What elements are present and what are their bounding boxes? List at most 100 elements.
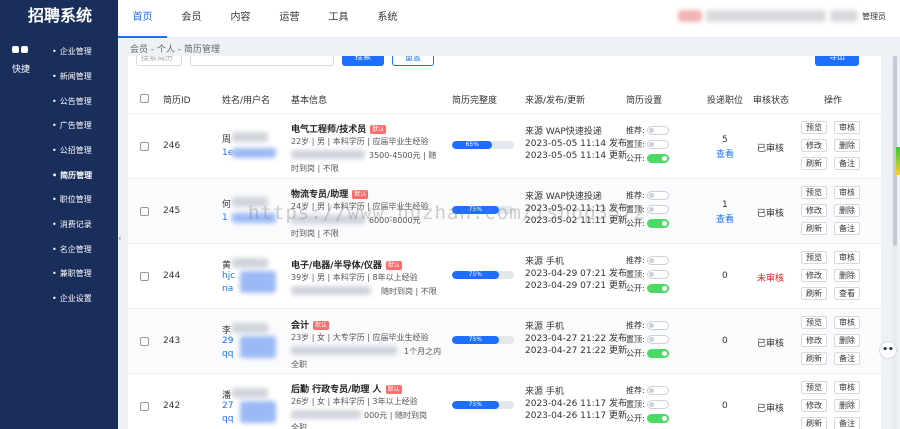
review-button[interactable]: 审核: [834, 381, 860, 394]
refresh-button[interactable]: 刷新: [801, 157, 827, 170]
resume-title[interactable]: 会计 默认: [291, 318, 330, 331]
row-checkbox[interactable]: [140, 337, 149, 346]
note-button[interactable]: 备注: [834, 157, 860, 170]
sidebar-item-part-time[interactable]: 兼职管理: [42, 266, 118, 282]
preview-button[interactable]: 预览: [801, 316, 827, 329]
public-toggle[interactable]: [646, 414, 669, 423]
delete-button[interactable]: 删除: [834, 399, 860, 412]
nav-home[interactable]: 首页: [118, 0, 167, 38]
edit-button[interactable]: 修改: [801, 269, 827, 282]
reset-button[interactable]: 重置: [392, 56, 434, 66]
resume-title[interactable]: 电子/电器/半导体/仪器 默认: [291, 258, 402, 271]
row-checkbox[interactable]: [140, 207, 149, 216]
th-applied: 投递职位: [707, 96, 744, 106]
quick-label[interactable]: 快捷: [8, 62, 34, 75]
refresh-button[interactable]: 刷新: [801, 417, 827, 429]
resume-username-2[interactable]: na: [222, 284, 233, 294]
sidebar-item-public-recruit[interactable]: 公招管理: [42, 143, 118, 159]
nav-tools[interactable]: 工具: [314, 0, 363, 38]
applied-view-link[interactable]: 查看: [716, 147, 734, 160]
row-checkbox[interactable]: [140, 402, 149, 411]
preview-button[interactable]: 预览: [801, 251, 827, 264]
top-toggle[interactable]: [646, 140, 669, 149]
review-button[interactable]: 审核: [834, 121, 860, 134]
preview-button[interactable]: 预览: [801, 381, 827, 394]
recommend-toggle[interactable]: [646, 321, 669, 330]
resume-username-2[interactable]: qq: [222, 349, 233, 359]
resume-username[interactable]: 1: [222, 213, 228, 223]
top-toggle[interactable]: [646, 335, 669, 344]
collapse-sidebar-icon[interactable]: ‹: [118, 232, 124, 246]
note-button[interactable]: 备注: [834, 222, 860, 235]
top-toggle[interactable]: [646, 205, 669, 214]
applied-view-link[interactable]: 查看: [716, 212, 734, 225]
resume-info-2: 000元 | 随时到岗: [364, 411, 428, 420]
sidebar-item-news[interactable]: 新闻管理: [42, 69, 118, 85]
nav-operations[interactable]: 运营: [265, 0, 314, 38]
sidebar-item-consumption[interactable]: 消费记录: [42, 217, 118, 233]
public-toggle[interactable]: [646, 219, 669, 228]
edit-button[interactable]: 修改: [801, 399, 827, 412]
completeness-progress: 65%: [452, 141, 514, 149]
sidebar-item-notices[interactable]: 公告管理: [42, 94, 118, 110]
public-toggle[interactable]: [646, 154, 669, 163]
refresh-button[interactable]: 刷新: [801, 352, 827, 365]
preview-button[interactable]: 预览: [801, 121, 827, 134]
search-scope-input[interactable]: 搜索简历: [136, 56, 182, 66]
public-toggle[interactable]: [646, 349, 669, 358]
delete-button[interactable]: 删除: [834, 269, 860, 282]
top-toggle[interactable]: [646, 270, 669, 279]
delete-button[interactable]: 删除: [834, 139, 860, 152]
recommend-toggle[interactable]: [646, 386, 669, 395]
chat-bot-icon[interactable]: ••: [879, 341, 897, 359]
sidebar-item-company-settings[interactable]: 企业设置: [42, 291, 118, 307]
edit-button[interactable]: 修改: [801, 139, 827, 152]
nav-members[interactable]: 会员: [167, 0, 216, 38]
resume-title[interactable]: 物流专员/助理 默认: [291, 187, 369, 200]
user-role[interactable]: 管理员: [862, 11, 886, 22]
edit-button[interactable]: 修改: [801, 204, 827, 217]
default-badge: 默认: [370, 125, 387, 134]
note-button[interactable]: 备注: [834, 417, 860, 429]
sidebar-item-resumes[interactable]: 简历管理: [42, 168, 118, 184]
top-toggle[interactable]: [646, 400, 669, 409]
view-button[interactable]: 查看: [834, 287, 860, 300]
row-checkbox[interactable]: [140, 272, 149, 281]
sidebar-item-company[interactable]: 企业管理: [42, 44, 118, 60]
refresh-button[interactable]: 刷新: [801, 287, 827, 300]
nav-system[interactable]: 系统: [363, 0, 412, 38]
delete-button[interactable]: 删除: [834, 334, 860, 347]
public-toggle[interactable]: [646, 284, 669, 293]
resume-username[interactable]: hjc: [222, 271, 235, 281]
recommend-toggle[interactable]: [646, 191, 669, 200]
row-checkbox[interactable]: [140, 142, 149, 151]
th-info: 基本信息: [291, 96, 328, 106]
note-button[interactable]: 备注: [834, 352, 860, 365]
select-all-checkbox[interactable]: [140, 94, 149, 103]
nav-content[interactable]: 内容: [216, 0, 265, 38]
resume-info-3: 全职: [291, 360, 307, 369]
sidebar-item-jobs[interactable]: 职位管理: [42, 192, 118, 208]
refresh-button[interactable]: 刷新: [801, 222, 827, 235]
user-avatar[interactable]: [678, 10, 702, 22]
resume-title[interactable]: 后勤 行政专员/助理 人默认: [291, 382, 402, 395]
review-button[interactable]: 审核: [834, 186, 860, 199]
search-button[interactable]: 搜索: [342, 56, 384, 66]
resume-title[interactable]: 电气工程师/技术员 默认: [291, 122, 387, 135]
delete-button[interactable]: 删除: [834, 204, 860, 217]
recommend-toggle[interactable]: [646, 256, 669, 265]
th-actions: 操作: [824, 96, 843, 106]
review-button[interactable]: 审核: [834, 251, 860, 264]
sidebar-item-famous-companies[interactable]: 名企管理: [42, 242, 118, 258]
resume-username-2[interactable]: qq: [222, 414, 233, 424]
preview-button[interactable]: 预览: [801, 186, 827, 199]
recommend-toggle[interactable]: [646, 126, 669, 135]
search-input[interactable]: [190, 56, 334, 66]
edit-button[interactable]: 修改: [801, 334, 827, 347]
export-button[interactable]: 导出: [815, 56, 859, 66]
sidebar-item-ads[interactable]: 广告管理: [42, 118, 118, 134]
resume-username[interactable]: 29: [222, 336, 233, 346]
review-button[interactable]: 审核: [834, 316, 860, 329]
resume-username[interactable]: 27: [222, 401, 233, 411]
source-block: 来源 手机 2023-04-29 07:21 发布 2023-04-29 07:…: [525, 256, 627, 292]
